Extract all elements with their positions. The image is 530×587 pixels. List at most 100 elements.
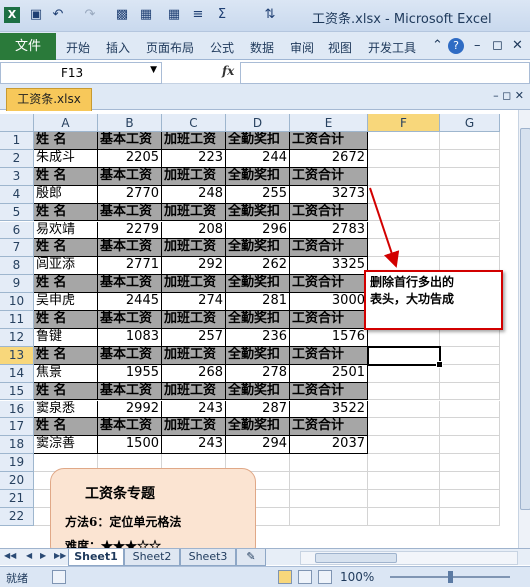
column-header-g[interactable]: G (440, 114, 500, 132)
cell-c17[interactable]: 加班工资 (162, 418, 226, 437)
cell-c9[interactable]: 加班工资 (162, 275, 226, 294)
cell-e13[interactable]: 工资合计 (290, 346, 368, 365)
row-header-20[interactable]: 20 (0, 472, 34, 490)
row-header-19[interactable]: 19 (0, 454, 34, 473)
cell-g1[interactable] (440, 132, 500, 150)
cell-b8[interactable]: 2771 (98, 257, 162, 276)
cell-b13[interactable]: 基本工资 (98, 346, 162, 365)
doc-close-icon[interactable]: ✕ (512, 38, 523, 53)
cell-g20[interactable] (440, 472, 500, 490)
page-layout-view-icon[interactable] (298, 570, 312, 584)
column-header-d[interactable]: D (226, 114, 290, 132)
cell-e19[interactable] (290, 454, 368, 473)
cell-d4[interactable]: 255 (226, 185, 290, 204)
cell-b14[interactable]: 1955 (98, 364, 162, 383)
undo-icon[interactable]: ↶ (50, 7, 66, 23)
print-preview-icon[interactable]: ▩ (114, 7, 130, 23)
cell-a11[interactable]: 姓 名 (34, 311, 98, 329)
cell-c18[interactable]: 243 (162, 436, 226, 455)
cell-e8[interactable]: 3325 (290, 257, 368, 276)
sheet-tab-sheet1[interactable]: Sheet1 (68, 549, 124, 566)
cell-e10[interactable]: 3000 (290, 293, 368, 311)
cell-c14[interactable]: 268 (162, 364, 226, 383)
cell-d8[interactable]: 262 (226, 257, 290, 276)
cell-g21[interactable] (440, 490, 500, 508)
sort-icon[interactable]: ⇅ (262, 7, 278, 23)
cell-c6[interactable]: 208 (162, 221, 226, 240)
cell-b7[interactable]: 基本工资 (98, 239, 162, 258)
cell-a9[interactable]: 姓 名 (34, 275, 98, 294)
cell-e17[interactable]: 工资合计 (290, 418, 368, 437)
cell-f2[interactable] (368, 149, 440, 168)
cell-c16[interactable]: 243 (162, 400, 226, 419)
cell-f18[interactable] (368, 436, 440, 455)
cell-a7[interactable]: 姓 名 (34, 239, 98, 258)
tab-developer[interactable]: 开发工具 (368, 39, 416, 56)
row-header-5[interactable]: 5 (0, 203, 34, 222)
first-sheet-icon[interactable]: ◀◀ (4, 551, 16, 560)
row-header-2[interactable]: 2 (0, 149, 34, 168)
name-box[interactable]: F13 ▼ (0, 62, 162, 84)
cell-g14[interactable] (440, 364, 500, 383)
row-header-16[interactable]: 16 (0, 400, 34, 419)
cell-a15[interactable]: 姓 名 (34, 382, 98, 401)
tab-home[interactable]: 开始 (66, 39, 90, 56)
row-header-7[interactable]: 7 (0, 239, 34, 258)
cell-f14[interactable] (368, 364, 440, 383)
row-header-9[interactable]: 9 (0, 275, 34, 294)
cell-a3[interactable]: 姓 名 (34, 167, 98, 186)
row-header-3[interactable]: 3 (0, 167, 34, 186)
row-header-15[interactable]: 15 (0, 382, 34, 401)
cell-c3[interactable]: 加班工资 (162, 167, 226, 186)
row-header-18[interactable]: 18 (0, 436, 34, 455)
save-icon[interactable]: ▣ (28, 7, 44, 23)
column-header-c[interactable]: C (162, 114, 226, 132)
cell-d11[interactable]: 全勤奖扣 (226, 311, 290, 329)
cell-d9[interactable]: 全勤奖扣 (226, 275, 290, 294)
cell-f19[interactable] (368, 454, 440, 473)
cell-d13[interactable]: 全勤奖扣 (226, 346, 290, 365)
sheet-tab-sheet2[interactable]: Sheet2 (124, 549, 180, 566)
doc-restore-icon[interactable]: ◻ (492, 38, 503, 53)
cell-g16[interactable] (440, 400, 500, 419)
filter-icon[interactable]: ≡ (190, 7, 206, 23)
cell-e11[interactable]: 工资合计 (290, 311, 368, 329)
select-all-corner[interactable] (0, 114, 34, 132)
cell-d7[interactable]: 全勤奖扣 (226, 239, 290, 258)
column-header-f[interactable]: F (368, 114, 440, 132)
cell-g6[interactable] (440, 221, 500, 240)
cell-g7[interactable] (440, 239, 500, 258)
cell-d6[interactable]: 296 (226, 221, 290, 240)
window-controls-icon[interactable]: – ◻ ✕ (493, 89, 524, 102)
row-header-6[interactable]: 6 (0, 221, 34, 240)
doc-minimize-icon[interactable]: – (474, 38, 481, 53)
zoom-slider[interactable] (390, 571, 510, 583)
cell-g17[interactable] (440, 418, 500, 437)
cell-a2[interactable]: 朱成斗 (34, 149, 98, 168)
row-header-8[interactable]: 8 (0, 257, 34, 276)
cell-f12[interactable] (368, 328, 440, 347)
cell-a6[interactable]: 易欢靖 (34, 221, 98, 240)
row-header-1[interactable]: 1 (0, 132, 34, 150)
tab-page-layout[interactable]: 页面布局 (146, 39, 194, 56)
cell-a14[interactable]: 焦景 (34, 364, 98, 383)
row-header-21[interactable]: 21 (0, 490, 34, 508)
cell-f21[interactable] (368, 490, 440, 508)
cell-e3[interactable]: 工资合计 (290, 167, 368, 186)
zoom-level[interactable]: 100% (340, 570, 374, 584)
cell-e18[interactable]: 2037 (290, 436, 368, 455)
cell-a4[interactable]: 殷郎 (34, 185, 98, 204)
zoom-slider-knob[interactable] (448, 571, 453, 583)
tab-insert[interactable]: 插入 (106, 39, 130, 56)
cell-d16[interactable]: 287 (226, 400, 290, 419)
cell-c4[interactable]: 248 (162, 185, 226, 204)
cell-b1[interactable]: 基本工资 (98, 132, 162, 150)
cell-b4[interactable]: 2770 (98, 185, 162, 204)
cell-f1[interactable] (368, 132, 440, 150)
cell-d5[interactable]: 全勤奖扣 (226, 203, 290, 222)
cell-d18[interactable]: 294 (226, 436, 290, 455)
cell-d3[interactable]: 全勤奖扣 (226, 167, 290, 186)
cell-e1[interactable]: 工资合计 (290, 132, 368, 150)
cell-g19[interactable] (440, 454, 500, 473)
cell-e12[interactable]: 1576 (290, 328, 368, 347)
